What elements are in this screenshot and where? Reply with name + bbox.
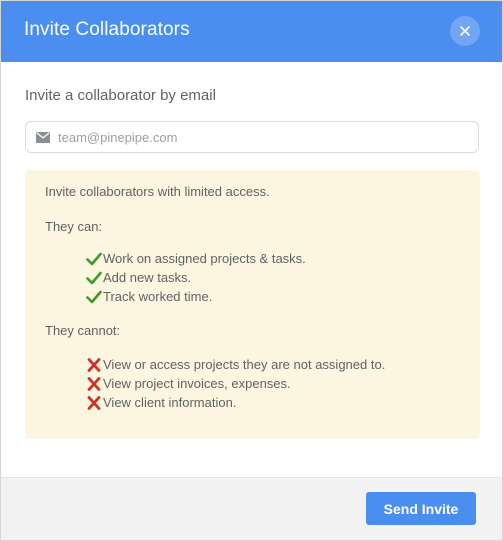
cannot-item: View project invoices, expenses. [86, 376, 291, 391]
info-intro: Invite collaborators with limited access… [45, 184, 270, 199]
dialog-header: Invite Collaborators [1, 1, 502, 62]
cross-icon [87, 376, 101, 391]
send-invite-button[interactable]: Send Invite [366, 492, 476, 525]
checkmark-icon [86, 252, 102, 265]
cannot-item: View client information. [86, 395, 236, 410]
envelope-icon [36, 132, 50, 143]
dialog-title: Invite Collaborators [24, 19, 190, 40]
access-info-box: Invite collaborators with limited access… [25, 170, 480, 439]
cross-icon [87, 357, 101, 372]
can-item: Track worked time. [86, 289, 212, 304]
cross-icon [87, 395, 101, 410]
cannot-item: View or access projects they are not ass… [86, 357, 385, 372]
invite-by-email-label: Invite a collaborator by email [25, 87, 216, 104]
can-item-label: Track worked time. [103, 289, 213, 304]
cannot-item-label: View or access projects they are not ass… [103, 357, 386, 372]
email-input[interactable] [58, 122, 468, 152]
checkmark-icon [86, 271, 102, 284]
invite-collaborators-dialog: Invite Collaborators Invite a collaborat… [0, 0, 503, 541]
cannot-item-label: View client information. [103, 395, 237, 410]
cannot-item-label: View project invoices, expenses. [103, 376, 291, 391]
can-item: Work on assigned projects & tasks. [86, 251, 306, 266]
email-field[interactable] [25, 121, 479, 153]
can-item: Add new tasks. [86, 270, 191, 285]
can-heading: They can: [45, 219, 103, 234]
cannot-heading: They cannot: [45, 323, 121, 338]
can-item-label: Add new tasks. [103, 270, 192, 285]
can-item-label: Work on assigned projects & tasks. [103, 251, 306, 266]
close-button[interactable] [450, 16, 480, 46]
dialog-footer: Send Invite [1, 477, 502, 540]
close-icon [460, 26, 470, 36]
checkmark-icon [86, 290, 102, 303]
